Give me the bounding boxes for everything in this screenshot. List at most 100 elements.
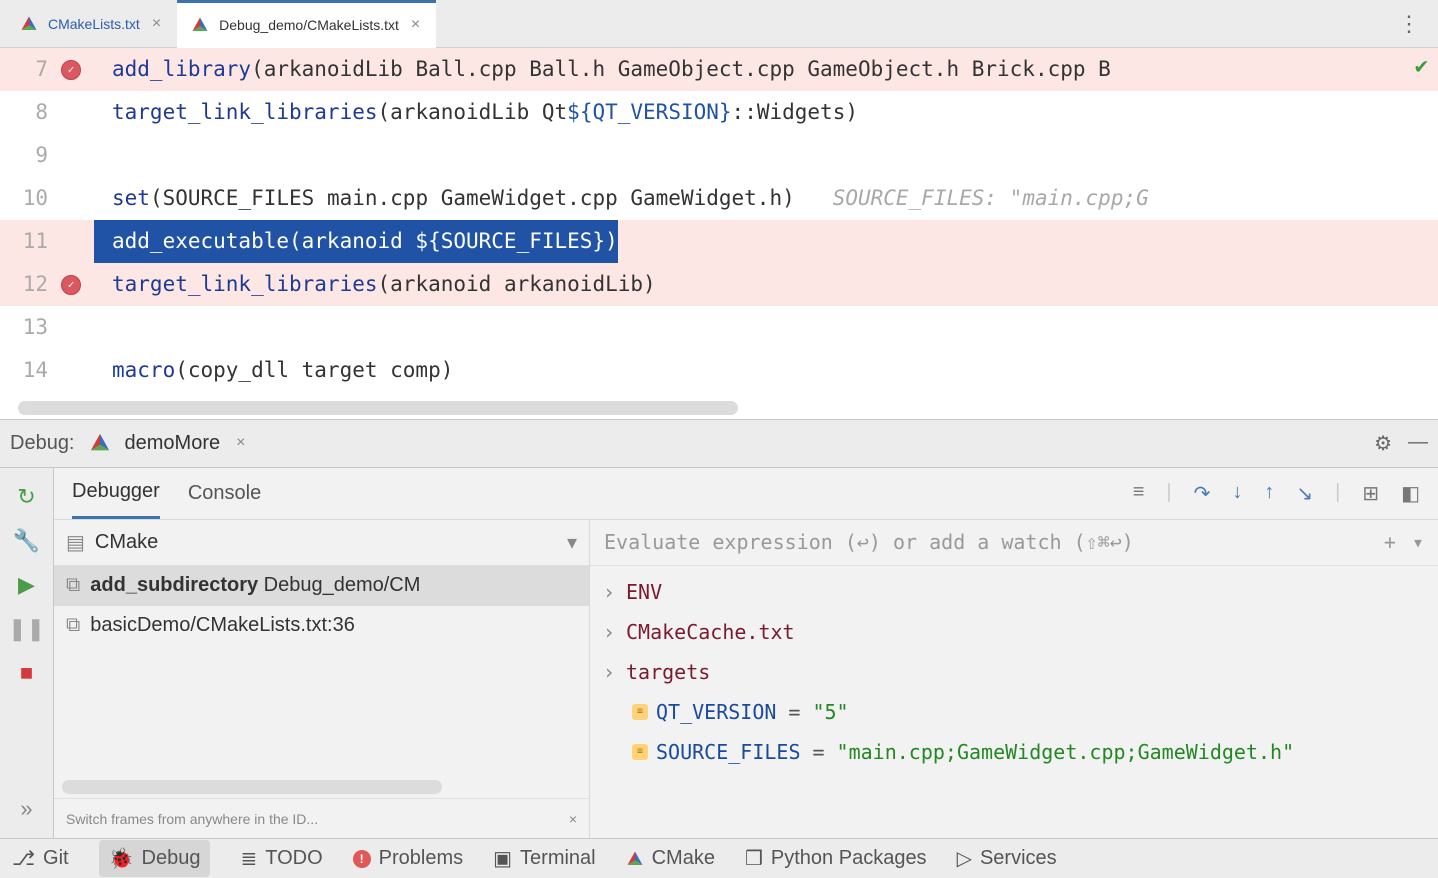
line-number: 10 xyxy=(0,177,48,220)
step-out-icon[interactable]: ↑ xyxy=(1264,481,1274,506)
code-text: macro(copy_dll target comp) xyxy=(94,349,453,392)
var-node[interactable]: ›CMakeCache.txt xyxy=(590,612,1438,652)
terminal-icon: ▣ xyxy=(493,846,512,871)
tool-debug[interactable]: 🐞Debug xyxy=(99,840,211,877)
code-line[interactable]: 8target_link_libraries(arkanoidLib Qt${Q… xyxy=(0,91,1438,134)
gutter-mark[interactable] xyxy=(48,177,94,220)
code-line[interactable]: 7 ✓ add_library(arkanoidLib Ball.cpp Ball.… xyxy=(0,48,1438,91)
services-icon: ▷ xyxy=(957,846,972,871)
more-icon[interactable]: » xyxy=(20,796,32,822)
code-editor[interactable]: ✔ 7✓add_library(arkanoidLib Ball.cpp Bal… xyxy=(0,48,1438,419)
horizontal-scrollbar[interactable] xyxy=(18,401,738,415)
tool-terminal[interactable]: ▣Terminal xyxy=(493,846,595,871)
tool-problems[interactable]: !Problems xyxy=(353,847,463,870)
code-line[interactable]: 9 xyxy=(0,134,1438,177)
line-number: 12 xyxy=(0,263,48,306)
step-over-icon[interactable]: ↷ xyxy=(1194,481,1211,506)
wrench-icon[interactable]: 🔧 xyxy=(13,528,40,554)
evaluate-icon[interactable]: ⊞ xyxy=(1362,481,1379,506)
close-icon[interactable]: × xyxy=(150,13,163,35)
branch-icon: ⎇ xyxy=(12,846,35,871)
line-number: 7 xyxy=(0,48,48,91)
gutter-mark[interactable]: ✓ xyxy=(48,263,94,306)
add-watch-icon[interactable]: + xyxy=(1384,530,1396,554)
gutter-mark[interactable] xyxy=(48,134,94,177)
stack-icon: ▤ xyxy=(66,530,85,555)
tool-python-packages[interactable]: ❒Python Packages xyxy=(745,846,927,871)
code-text xyxy=(94,306,112,349)
tool-services[interactable]: ▷Services xyxy=(957,846,1057,871)
line-number: 13 xyxy=(0,306,48,349)
chevron-down-icon[interactable]: ▾ xyxy=(567,530,577,555)
code-text: add_library(arkanoidLib Ball.cpp Ball.h … xyxy=(94,48,1111,91)
chevron-right-icon[interactable]: › xyxy=(600,620,618,644)
cmake-icon xyxy=(626,850,644,868)
close-icon[interactable]: × xyxy=(569,811,577,827)
frame-icon: ⧉ xyxy=(66,614,80,637)
code-line[interactable]: 11add_executable(arkanoid ${SOURCE_FILES… xyxy=(0,220,1438,263)
var-leaf[interactable]: ≡SOURCE_FILES="main.cpp;GameWidget.cpp;G… xyxy=(590,732,1438,772)
rerun-icon[interactable]: ↻ xyxy=(17,484,35,510)
tab-cmakelists[interactable]: CMakeLists.txt × xyxy=(6,0,177,48)
tab-debug-demo-cmakelists[interactable]: Debug_demo/CMakeLists.txt × xyxy=(177,0,436,48)
bug-icon: 🐞 xyxy=(109,846,134,871)
var-node[interactable]: ›targets xyxy=(590,652,1438,692)
evaluate-input[interactable]: Evaluate expression (↩) or add a watch (… xyxy=(604,530,1134,554)
breakpoint-icon[interactable]: ✓ xyxy=(61,60,81,80)
gutter-mark[interactable] xyxy=(48,349,94,392)
tool-git[interactable]: ⎇Git xyxy=(12,846,69,871)
chevron-down-icon[interactable]: ▾ xyxy=(1412,530,1424,554)
variable-icon: ≡ xyxy=(632,744,648,760)
frames-hint: Switch frames from anywhere in the ID...… xyxy=(54,798,589,838)
gutter-mark[interactable]: ✓ xyxy=(48,48,94,91)
minimize-icon[interactable]: — xyxy=(1408,431,1428,456)
horizontal-scrollbar[interactable] xyxy=(62,780,442,794)
code-line[interactable]: 12✓target_link_libraries(arkanoid arkano… xyxy=(0,263,1438,306)
tab-console[interactable]: Console xyxy=(188,469,261,518)
stack-frame[interactable]: ⧉add_subdirectory Debug_demo/CM xyxy=(54,566,589,606)
tool-todo[interactable]: ≣TODO xyxy=(240,846,322,871)
more-icon[interactable]: ⋮ xyxy=(1380,11,1438,37)
step-into-icon[interactable]: ↓ xyxy=(1232,481,1242,506)
gear-icon[interactable]: ⚙ xyxy=(1374,431,1392,456)
frames-thread-selector[interactable]: ▤ CMake ▾ xyxy=(54,520,589,566)
tab-debugger[interactable]: Debugger xyxy=(72,467,160,519)
breakpoint-icon[interactable]: ✓ xyxy=(61,275,81,295)
gutter-mark[interactable] xyxy=(48,220,94,263)
debug-tabs: Debugger Console ≡ | ↷ ↓ ↑ ↘ | ⊞ ◧ xyxy=(54,468,1438,520)
code-line[interactable]: 10 set(SOURCE_FILES main.cpp GameWidget.c… xyxy=(0,177,1438,220)
chevron-right-icon[interactable]: › xyxy=(600,580,618,604)
cmake-icon xyxy=(89,432,111,454)
cmake-icon xyxy=(191,16,209,34)
code-text xyxy=(94,134,112,177)
stack-frame[interactable]: ⧉basicDemo/CMakeLists.txt:36 xyxy=(54,606,589,646)
debug-label: Debug: xyxy=(10,432,75,455)
run-to-cursor-icon[interactable]: ↘ xyxy=(1296,481,1313,506)
tool-cmake[interactable]: CMake xyxy=(626,847,715,870)
pause-icon[interactable]: ❚❚ xyxy=(8,616,45,642)
packages-icon: ❒ xyxy=(745,846,763,871)
debug-session-name: demoMore xyxy=(125,432,221,455)
close-icon[interactable]: × xyxy=(409,14,422,36)
var-leaf[interactable]: ≡QT_VERSION="5" xyxy=(590,692,1438,732)
debug-panel: ↻ 🔧 ▶ ❚❚ ■ » Debugger Console ≡ | ↷ ↓ ↑ … xyxy=(0,467,1438,839)
code-line[interactable]: 13 xyxy=(0,306,1438,349)
code-text: set(SOURCE_FILES main.cpp GameWidget.cpp… xyxy=(94,177,1149,220)
chevron-right-icon[interactable]: › xyxy=(600,660,618,684)
gutter-mark[interactable] xyxy=(48,91,94,134)
list-icon: ≣ xyxy=(240,846,257,871)
resume-icon[interactable]: ▶ xyxy=(18,572,35,598)
line-number: 9 xyxy=(0,134,48,177)
stop-icon[interactable]: ■ xyxy=(20,660,33,686)
gutter-mark[interactable] xyxy=(48,306,94,349)
tab-label: Debug_demo/CMakeLists.txt xyxy=(219,17,399,33)
var-node[interactable]: ›ENV xyxy=(590,572,1438,612)
cmake-icon xyxy=(20,15,38,33)
debug-side-toolbar: ↻ 🔧 ▶ ❚❚ ■ » xyxy=(0,468,54,839)
code-line[interactable]: 14macro(copy_dll target comp) xyxy=(0,349,1438,392)
error-icon: ! xyxy=(353,850,371,868)
close-icon[interactable]: × xyxy=(234,432,247,454)
threads-icon[interactable]: ≡ xyxy=(1133,481,1145,506)
tool-window-bar: ⎇Git 🐞Debug ≣TODO !Problems ▣Terminal CM… xyxy=(0,838,1438,878)
layout-icon[interactable]: ◧ xyxy=(1401,481,1420,506)
